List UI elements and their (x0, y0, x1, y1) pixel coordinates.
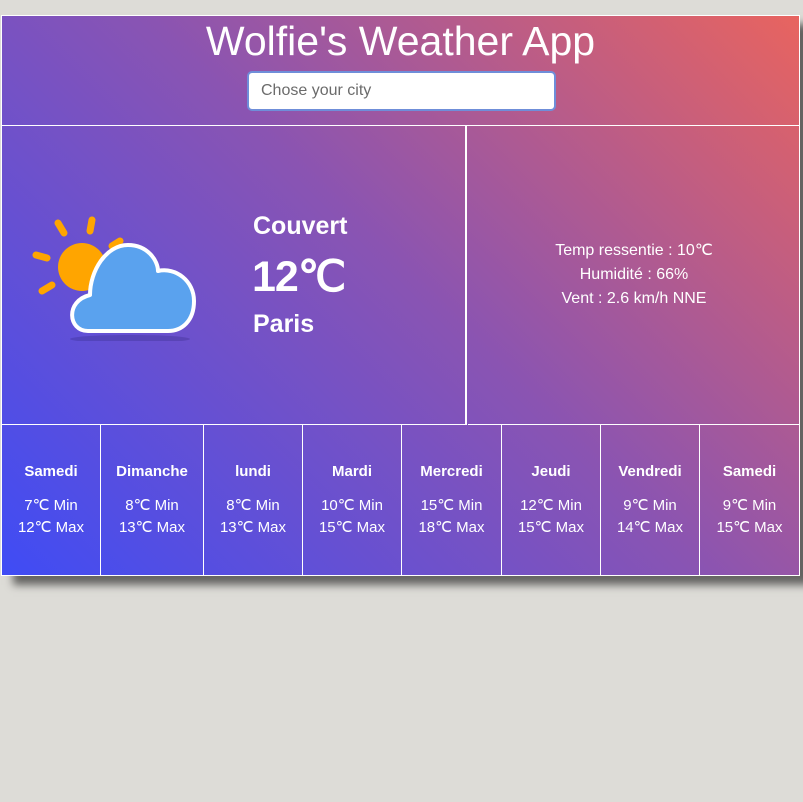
partly-cloudy-icon (30, 211, 200, 346)
forecast-day-name: Samedi (24, 463, 78, 480)
forecast-day-name: Samedi (722, 463, 777, 480)
forecast-day-name: lundi (235, 463, 271, 480)
forecast-max-temp: 15℃ Max (318, 519, 386, 536)
forecast-min-temp: 8℃ Min (125, 497, 179, 514)
humidity-text: Humidité : 66% (579, 266, 689, 283)
forecast-min-temp: 7℃ Min (24, 497, 78, 514)
forecast-day: lundi 8℃ Min 13℃ Max (204, 425, 303, 575)
forecast-min-temp: 8℃ Min (226, 497, 280, 514)
forecast-day-name: Mardi (331, 463, 372, 480)
forecast-day: Mercredi 15℃ Min 18℃ Max (402, 425, 502, 575)
forecast-day-name: Dimanche (116, 463, 188, 480)
app-title: Wolfie's Weather App (205, 18, 596, 64)
city-name: Paris (253, 310, 315, 338)
forecast-day-name: Mercredi (420, 463, 483, 480)
weather-app-panel: Wolfie's Weather App Couvert 12℃ Paris T… (1, 15, 800, 576)
forecast-max-temp: 12℃ Max (17, 519, 85, 536)
forecast-min-temp: 9℃ Min (722, 497, 777, 514)
partly-cloudy-svg (32, 216, 196, 343)
forecast-day: Mardi 10℃ Min 15℃ Max (303, 425, 402, 575)
current-temperature: 12℃ (252, 253, 346, 301)
forecast-max-temp: 13℃ Max (118, 519, 186, 536)
forecast-min-temp: 9℃ Min (623, 497, 677, 514)
forecast-max-temp: 18℃ Max (418, 519, 485, 536)
forecast-day: Samedi 7℃ Min 12℃ Max (2, 425, 101, 575)
forecast-day-name: Jeudi (531, 463, 571, 480)
forecast-max-temp: 14℃ Max (616, 519, 684, 536)
forecast-day: Jeudi 12℃ Min 15℃ Max (502, 425, 601, 575)
header: Wolfie's Weather App (2, 16, 799, 126)
forecast-max-temp: 15℃ Max (716, 519, 783, 536)
forecast-day-name: Vendredi (618, 463, 682, 480)
forecast-day: Vendredi 9℃ Min 14℃ Max (601, 425, 700, 575)
forecast-max-temp: 13℃ Max (219, 519, 287, 536)
forecast-min-temp: 12℃ Min (520, 497, 582, 514)
weather-condition: Couvert (253, 212, 348, 240)
wind-text: Vent : 2.6 km/h NNE (561, 290, 707, 307)
forecast-max-temp: 15℃ Max (517, 519, 585, 536)
forecast-min-temp: 10℃ Min (321, 497, 383, 514)
forecast-day: Dimanche 8℃ Min 13℃ Max (101, 425, 204, 575)
feels-like-text: Temp ressentie : 10℃ (555, 242, 713, 259)
forecast-day: Samedi 9℃ Min 15℃ Max (700, 425, 799, 575)
forecast-min-temp: 15℃ Min (420, 497, 483, 514)
city-search-input[interactable] (247, 71, 556, 111)
